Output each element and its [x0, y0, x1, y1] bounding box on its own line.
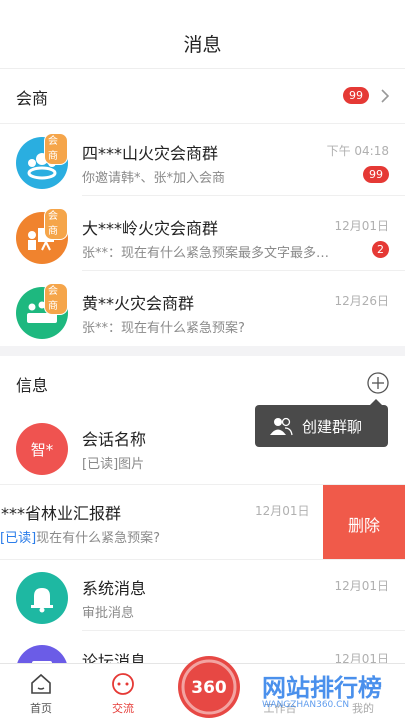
chevron-right-icon [381, 89, 389, 103]
watermark-url: WANGZHAN360.CN [262, 700, 350, 710]
group-name: 大***岭火灾会商群 [82, 219, 219, 238]
group-row[interactable]: 会商 大***岭火灾会商群 张**：现在有什么紧急预案最多文字最多… 12月01… [0, 199, 405, 271]
conversation-name: 系统消息 [82, 579, 147, 598]
conversation-avatar: 智* [16, 423, 68, 475]
group-preview: 你邀请韩*、张*加入会商 [82, 171, 226, 186]
watermark-logo: 360 [178, 656, 240, 718]
conversation-avatar [16, 572, 68, 624]
section-gap [0, 346, 405, 356]
conversation-name: ***省林业汇报群 [1, 504, 122, 523]
section-badge: 99 [343, 87, 369, 104]
business-section-header[interactable]: 会商 99 [0, 69, 405, 123]
svg-text:360: 360 [191, 678, 227, 698]
group-row[interactable]: 会商 黄**火灾会商群 张**：现在有什么紧急预案? 12月26日 [0, 274, 405, 346]
group-time: 下午 04:18 [326, 144, 389, 158]
conversation-row-swiped[interactable]: ***省林业汇报群 [已读]现在有什么紧急预案? 12月01日 删除 [0, 484, 405, 560]
delete-button[interactable]: 删除 [323, 485, 405, 559]
conversation-preview-line: [已读]现在有什么紧急预案? [0, 527, 160, 546]
delete-label: 删除 [347, 516, 380, 535]
create-group-popover[interactable]: 创建群聊 [255, 399, 388, 447]
tab-label: 首页 [30, 702, 52, 715]
bell-icon [31, 588, 53, 613]
group-avatar: 会商 [16, 283, 68, 339]
group-tag: 会商 [44, 133, 68, 165]
group-preview: 张**：现在有什么紧急预案? [82, 321, 245, 336]
conversation-time: 12月01日 [255, 504, 310, 518]
watermark-title: 网站排行榜 [262, 674, 382, 702]
group-name: 黄**火灾会商群 [82, 294, 195, 313]
chat-icon [112, 673, 134, 695]
avatar-text: 智* [30, 441, 54, 459]
group-name: 四***山火灾会商群 [82, 144, 219, 163]
conversation-preview: [已读]图片 [82, 457, 145, 472]
conversation-row[interactable]: 系统消息 审批消息 12月01日 [0, 559, 405, 631]
group-time: 12月01日 [334, 219, 389, 233]
group-row[interactable]: 会商 四***山火灾会商群 你邀请韩*、张*加入会商 下午 04:18 99 [0, 124, 405, 196]
group-chat-icon [270, 417, 293, 436]
group-avatar: 会商 [16, 133, 68, 189]
section-title: 会商 [16, 89, 49, 108]
group-preview: 张**：现在有什么紧急预案最多文字最多… [82, 246, 330, 261]
group-tag: 会商 [44, 208, 68, 240]
top-header: 消息 [0, 0, 405, 69]
tab-label: 交流 [112, 702, 134, 715]
info-section-header: 信息 [0, 356, 405, 410]
read-tag: [已读] [0, 531, 37, 546]
conversation-preview: 现在有什么紧急预案? [36, 531, 161, 546]
create-group-label: 创建群聊 [302, 418, 363, 436]
home-icon [31, 673, 51, 694]
page-title: 消息 [183, 34, 222, 56]
add-circle-icon[interactable] [367, 372, 389, 394]
section-title: 信息 [16, 376, 49, 395]
group-tag: 会商 [44, 283, 68, 315]
conversation-time: 12月01日 [334, 579, 389, 593]
conversation-name: 会话名称 [82, 430, 147, 449]
group-avatar: 会商 [16, 208, 68, 264]
unread-badge: 2 [372, 241, 389, 258]
unread-badge: 99 [363, 166, 389, 183]
conversation-preview: 审批消息 [82, 606, 135, 621]
group-time: 12月26日 [334, 294, 389, 308]
